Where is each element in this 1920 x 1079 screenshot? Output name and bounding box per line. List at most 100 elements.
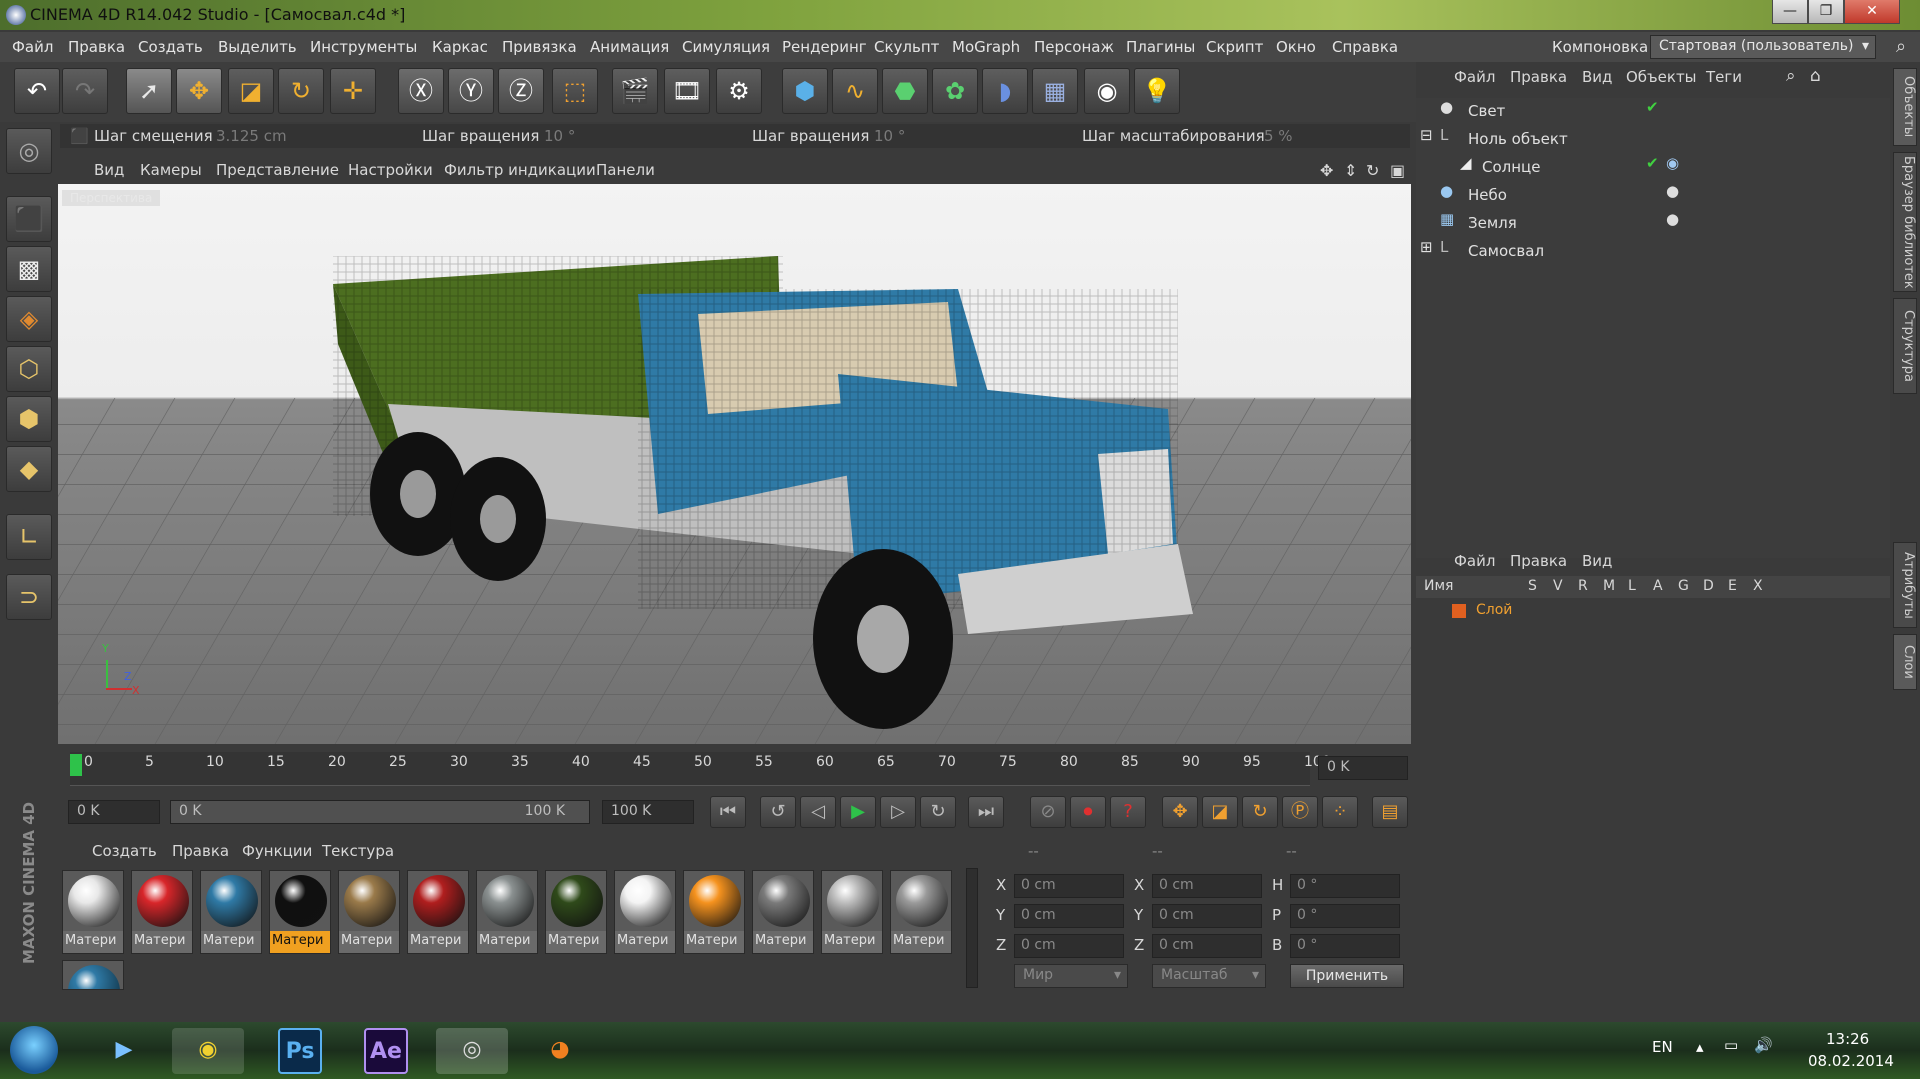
object-row-sun[interactable]: ◢ Солнце ✔ ◉ [1416,154,1890,182]
last-tool-icon[interactable]: ✛ [330,68,376,114]
material-swatch[interactable]: Матери [890,870,952,954]
spline-icon[interactable]: ∿ [832,68,878,114]
rotate-tool-icon[interactable]: ↻ [278,68,324,114]
menu-character[interactable]: Персонаж [1034,38,1114,56]
menu-file[interactable]: Файл [12,38,53,56]
material-swatch[interactable]: Матери [407,870,469,954]
vp-menu-panel[interactable]: Панели [596,161,655,179]
sun-tag-icon[interactable]: ◉ [1666,154,1679,172]
after-effects-icon[interactable]: Ae [364,1028,408,1074]
play-icon[interactable]: ▶ [840,796,876,828]
key-position-icon[interactable]: ✥ [1162,796,1198,828]
cube-primitive-icon[interactable]: ⬢ [782,68,828,114]
rot-b-field[interactable]: 0 ° [1290,934,1400,958]
clock-date[interactable]: 08.02.2014 [1808,1052,1894,1070]
layer-col-header[interactable]: L [1628,578,1636,594]
object-row-floor[interactable]: ▦ Земля ● [1416,210,1890,238]
current-frame-field[interactable]: 0 K [1318,756,1408,780]
make-editable-icon[interactable]: ◎ [6,128,52,174]
edges-mode-icon[interactable]: ⬢ [6,396,52,442]
magnet-icon[interactable]: ⊃ [6,574,52,620]
move-tool-icon[interactable]: ✥ [176,68,222,114]
record-active-icon[interactable]: ⏺ [1070,796,1106,828]
light-icon[interactable]: 💡 [1134,68,1180,114]
layer-col-header[interactable]: X [1753,578,1763,594]
material-swatch[interactable]: Матери [338,870,400,954]
model-mode-icon[interactable]: ⬛ [6,196,52,242]
tab-content-browser[interactable]: Браузер библиотек [1893,152,1917,292]
maximize-button[interactable]: ❐ [1808,0,1844,24]
vp-menu-display[interactable]: Представление [216,161,339,179]
obj-menu-view[interactable]: Вид [1582,68,1612,86]
expand-icon[interactable]: ⊟ [1420,126,1433,144]
tab-structure[interactable]: Структура [1893,298,1917,394]
check-icon[interactable]: ✔ [1646,154,1659,172]
vp-rotate-icon[interactable]: ↻ [1366,161,1379,180]
deformer-icon[interactable]: ◗ [982,68,1028,114]
material-swatch[interactable]: Матери [131,870,193,954]
mat-menu-edit[interactable]: Правка [172,842,229,860]
material-swatch[interactable]: Матери [269,870,331,954]
key-points-icon[interactable]: ⁘ [1322,796,1358,828]
mat-menu-functions[interactable]: Функции [242,842,312,860]
layer-menu-edit[interactable]: Правка [1510,552,1567,570]
material-swatch[interactable]: Матери [683,870,745,954]
layer-col-header[interactable]: D [1703,578,1714,594]
y-axis-lock-icon[interactable]: Ⓨ [448,68,494,114]
material-swatch[interactable]: Матери [614,870,676,954]
layer-col-header[interactable]: A [1653,578,1663,594]
layer-col-header[interactable]: R [1578,578,1588,594]
next-key-icon[interactable]: ↻ [920,796,956,828]
language-indicator[interactable]: EN [1652,1038,1673,1056]
scale-step-field[interactable]: 5 % [1264,127,1293,145]
vp-layout-icon[interactable]: ▣ [1390,161,1405,180]
layer-col-header[interactable]: S [1528,578,1537,594]
menu-animate[interactable]: Анимация [590,38,669,56]
layer-col-header[interactable]: E [1728,578,1737,594]
material-extra-swatch[interactable] [62,960,124,990]
obj-home-icon[interactable]: ⌂ [1810,66,1821,86]
media-player-icon[interactable]: ▶ [88,1028,160,1074]
material-swatch[interactable]: Матери [545,870,607,954]
size-x-field[interactable]: 0 cm [1152,874,1262,898]
layer-col-header[interactable]: M [1603,578,1615,594]
key-rotation-icon[interactable]: ↻ [1242,796,1278,828]
render-view-icon[interactable]: 🎬 [612,68,658,114]
scale-tool-icon[interactable]: ◪ [228,68,274,114]
points-mode-icon[interactable]: ⬡ [6,346,52,392]
obj-menu-objects[interactable]: Объекты [1626,68,1697,86]
menu-render[interactable]: Рендеринг [782,38,867,56]
move-step-field[interactable]: 3.125 cm [216,127,287,145]
scale-dropdown[interactable]: Масштаб ▾ [1152,964,1266,988]
prev-key-icon[interactable]: ↺ [760,796,796,828]
menu-create[interactable]: Создать [138,38,203,56]
vp-menu-view[interactable]: Вид [94,161,124,179]
size-z-field[interactable]: 0 cm [1152,934,1262,958]
key-param-icon[interactable]: Ⓟ [1282,796,1318,828]
rotation-step-field-2[interactable]: 10 ° [874,127,905,145]
timeline[interactable]: 0510152025303540455055606570758085909510… [58,748,1413,790]
polygons-mode-icon[interactable]: ◆ [6,446,52,492]
network-icon[interactable]: ▭ [1724,1036,1738,1054]
obj-menu-edit[interactable]: Правка [1510,68,1567,86]
tab-layers[interactable]: Слои [1893,634,1917,690]
menu-tools[interactable]: Инструменты [310,38,417,56]
mograph-cloner-icon[interactable]: ✿ [932,68,978,114]
material-swatch[interactable]: Матери [476,870,538,954]
obj-menu-tags[interactable]: Теги [1706,68,1742,86]
start-button-icon[interactable] [10,1026,58,1074]
object-row-truck[interactable]: ⊞ L Самосвал [1416,238,1890,266]
texture-mode-icon[interactable]: ▩ [6,246,52,292]
tray-up-icon[interactable]: ▴ [1696,1038,1704,1056]
material-swatch[interactable]: Матери [62,870,124,954]
workplane-icon[interactable]: ◈ [6,296,52,342]
render-picture-viewer-icon[interactable]: 🎞 [664,68,710,114]
check-icon[interactable]: ✔ [1646,98,1659,116]
select-tool-icon[interactable]: ➚ [126,68,172,114]
pos-z-field[interactable]: 0 cm [1014,934,1124,958]
tab-objects[interactable]: Объекты [1893,68,1917,146]
size-y-field[interactable]: 0 cm [1152,904,1262,928]
end-frame-field[interactable]: 100 K [602,800,694,824]
menu-snap[interactable]: Привязка [502,38,577,56]
world-dropdown[interactable]: Мир ▾ [1014,964,1128,988]
